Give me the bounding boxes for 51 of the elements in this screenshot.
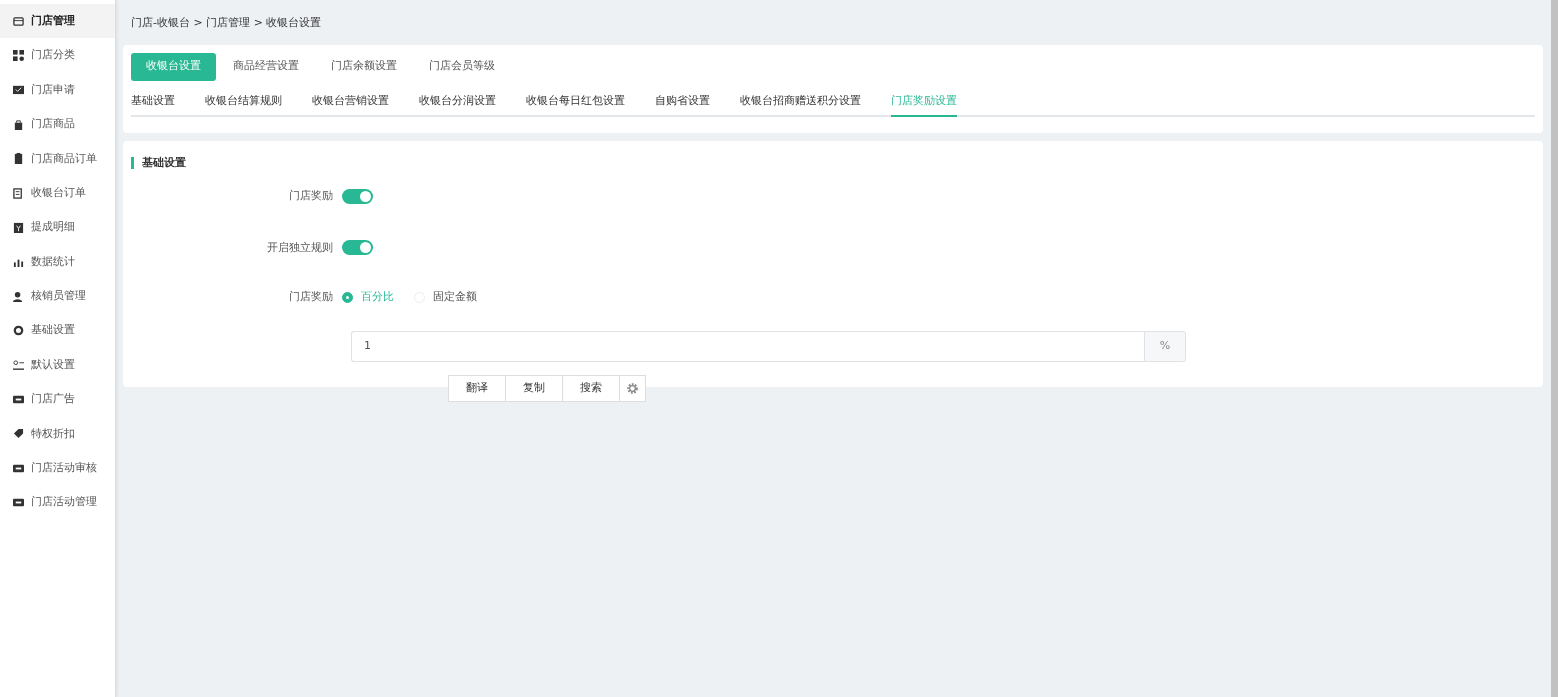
sub-tab[interactable]: 收银台结算规则 xyxy=(205,92,282,117)
sidebar-item[interactable]: 门店管理 xyxy=(0,4,115,39)
grid-icon xyxy=(13,50,24,62)
field-label: 开启独立规则 xyxy=(266,239,334,256)
settings-icon xyxy=(626,382,639,395)
tab[interactable]: 商品经营设置 xyxy=(218,52,314,81)
sub-tab[interactable]: 收银台每日红包设置 xyxy=(526,92,625,117)
sub-tab[interactable]: 收银台分润设置 xyxy=(419,92,496,117)
sidebar-item[interactable]: 门店商品 xyxy=(0,107,115,142)
section-title: 基础设置 xyxy=(131,157,1535,169)
sidebar-item[interactable]: 门店分类 xyxy=(0,38,115,73)
sidebar-item[interactable]: 默认设置 xyxy=(0,347,115,383)
tab[interactable]: 门店会员等级 xyxy=(414,52,510,81)
toggle-switch[interactable] xyxy=(342,240,373,256)
sidebar-item[interactable]: 基础设置 xyxy=(0,313,115,348)
sidebar-item[interactable]: 提成明细 xyxy=(0,210,115,245)
radio-label: 百分比 xyxy=(361,289,394,305)
sidebar-item[interactable]: 收银台订单 xyxy=(0,175,115,211)
ad-icon xyxy=(13,462,24,474)
toggle-switch[interactable] xyxy=(342,188,373,204)
store-icon xyxy=(13,15,24,27)
sub-tab[interactable]: 收银台营销设置 xyxy=(312,92,389,117)
sidebar-item[interactable]: 门店活动管理 xyxy=(0,485,115,520)
sidebar-item[interactable]: 门店活动审核 xyxy=(0,451,115,486)
field-label: 门店奖励 xyxy=(288,188,334,204)
sub-tab[interactable]: 收银台招商赠送积分设置 xyxy=(740,92,861,117)
breadcrumb: 门店-收银台 > 门店管理 > 收银台设置 xyxy=(130,15,323,31)
bag-icon xyxy=(13,118,24,130)
field-label: 门店奖励 xyxy=(288,289,334,305)
settings-icon xyxy=(13,325,24,337)
sliders-icon xyxy=(13,359,24,371)
radio-label: 固定金额 xyxy=(433,289,477,305)
ad-icon xyxy=(13,497,24,509)
tag-icon xyxy=(13,428,24,440)
sub-tab[interactable]: 基础设置 xyxy=(131,92,175,117)
unit-addon: % xyxy=(1144,330,1186,362)
ad-icon xyxy=(13,394,24,405)
sidebar-item[interactable]: 核销员管理 xyxy=(0,279,115,314)
clipboard-icon xyxy=(13,153,24,165)
sidebar-item[interactable]: 特权折扣 xyxy=(0,416,115,452)
scrollbar[interactable] xyxy=(1551,0,1558,697)
sidebar-item[interactable]: 数据统计 xyxy=(0,244,115,280)
tab[interactable]: 门店余额设置 xyxy=(316,52,412,81)
radio-button[interactable] xyxy=(342,291,353,303)
sidebar-item[interactable]: 门店申请 xyxy=(0,72,115,108)
sidebar-item[interactable]: 门店商品订单 xyxy=(0,141,115,176)
user-icon xyxy=(13,290,24,302)
document-icon xyxy=(13,187,24,199)
sub-tab[interactable]: 自购省设置 xyxy=(655,92,710,117)
input-field[interactable]: 1 xyxy=(351,330,1144,362)
sidebar-item[interactable]: 门店广告 xyxy=(0,382,115,417)
